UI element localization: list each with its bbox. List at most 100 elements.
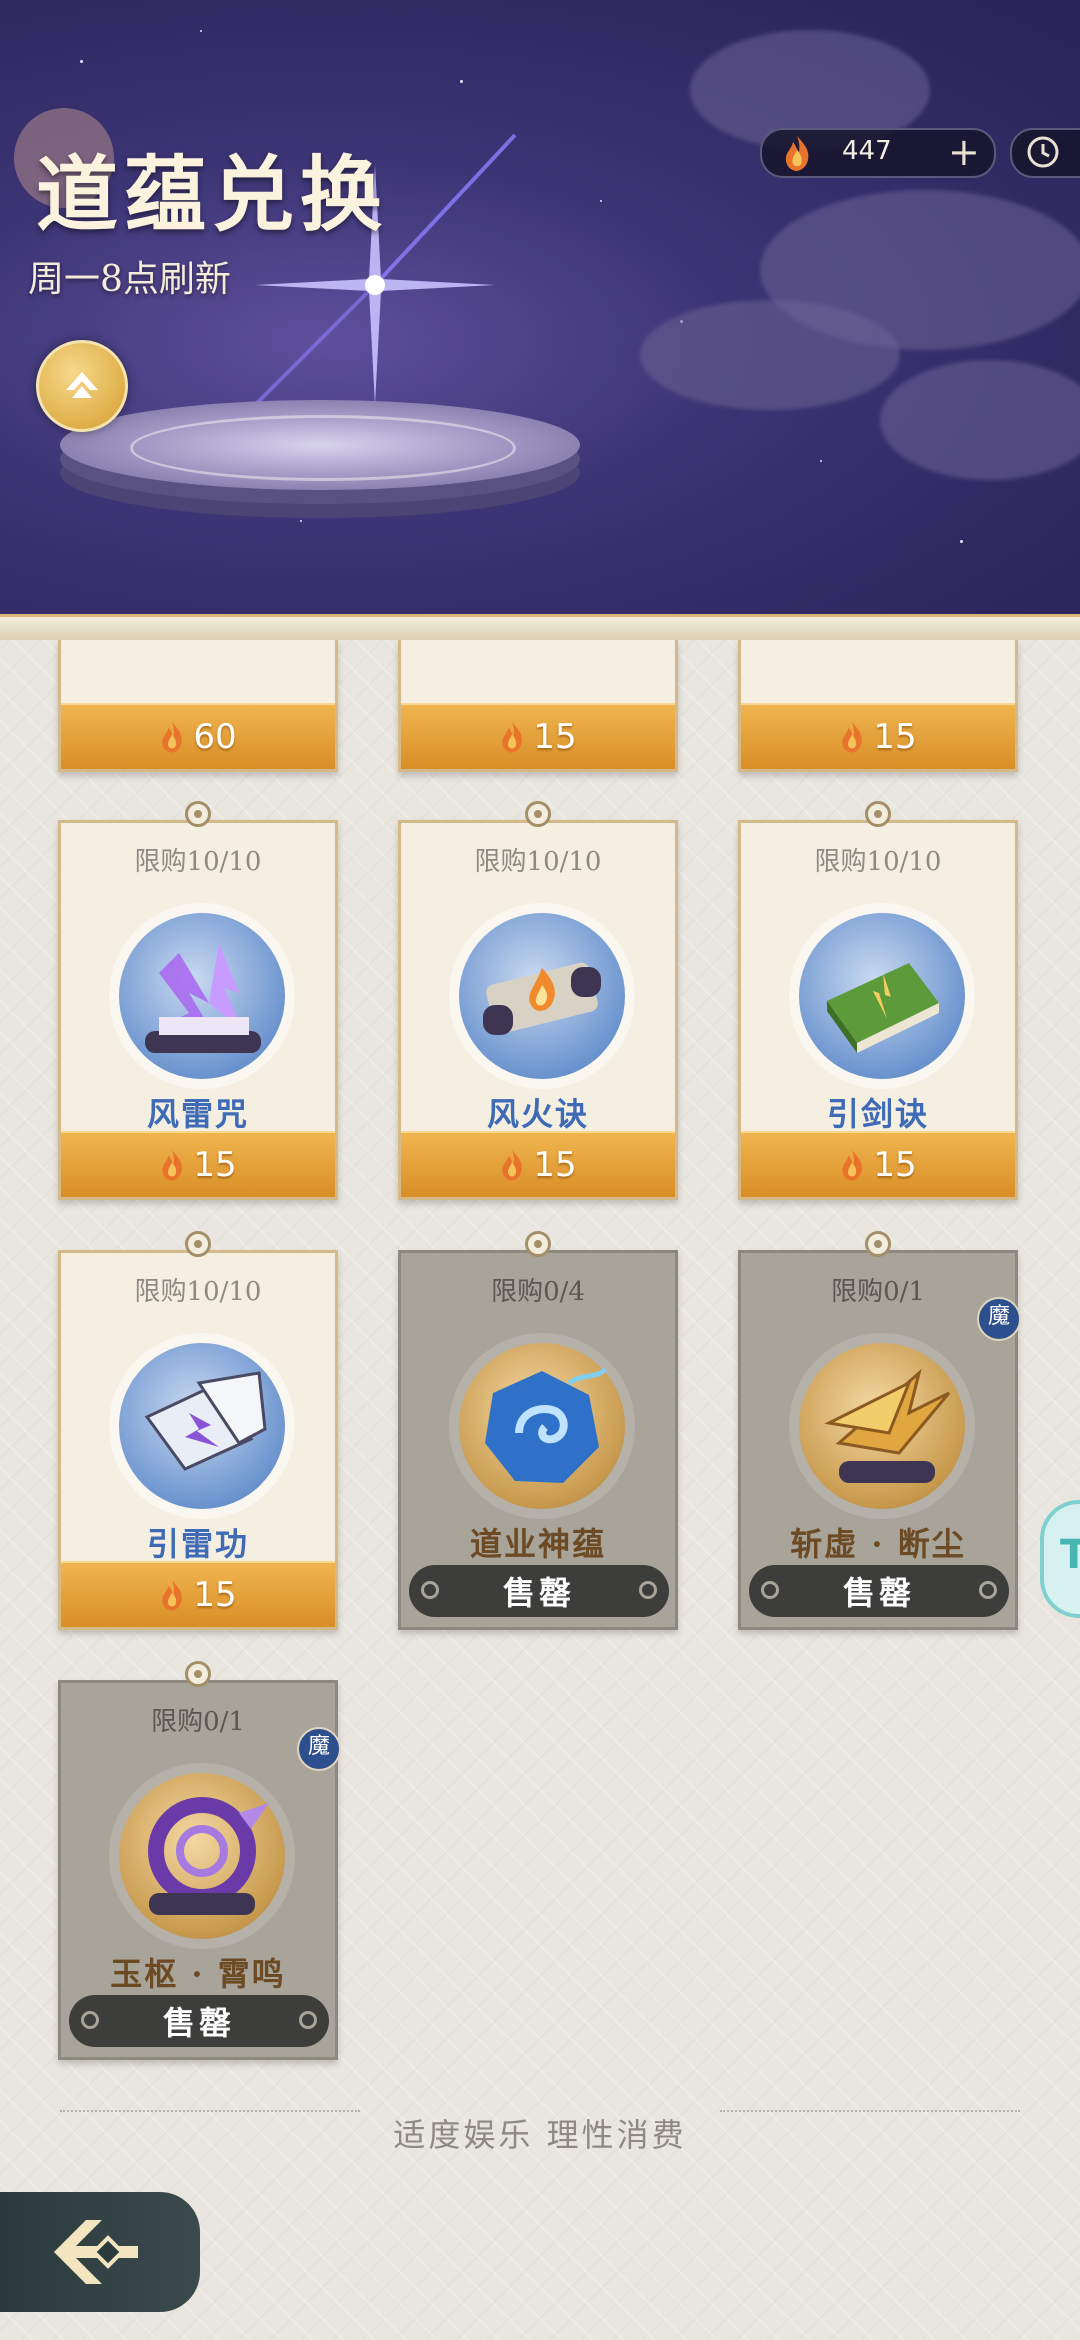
star xyxy=(200,30,202,32)
bar-ornament xyxy=(81,2011,99,2029)
side-float-label: T xyxy=(1060,1532,1080,1578)
price-button[interactable]: 15 xyxy=(61,1131,335,1197)
flame-icon xyxy=(502,722,523,753)
sparkle-icon xyxy=(233,133,517,427)
bar-ornament xyxy=(639,1581,657,1599)
purchase-limit: 限购0/1 xyxy=(151,1707,245,1737)
shop-item-card[interactable]: 限购10/10 风火诀 15 xyxy=(398,801,678,1200)
card-pin xyxy=(525,801,551,827)
sold-out-text: 售罄 xyxy=(502,1574,575,1612)
shop-item-card-soldout[interactable]: 限购0/1 魔 玉枢 · 霄鸣 售罄 xyxy=(58,1661,341,2060)
flame-icon xyxy=(502,1150,523,1181)
golden-blades-icon xyxy=(824,1368,951,1483)
shop-item-card-soldout[interactable]: 限购0/1 魔 斩虚 · 断尘 售罄 xyxy=(738,1231,1021,1630)
price-button[interactable]: 15 xyxy=(401,703,675,769)
shop-grid: ​ 60 15 15 限购10/10 风雷咒 15 xyxy=(0,640,1080,2340)
thunder-book-icon xyxy=(144,1371,267,1471)
chevron-up-icon xyxy=(66,372,98,398)
green-book-icon xyxy=(827,963,939,1053)
collapse-button[interactable] xyxy=(36,340,128,432)
price-button[interactable]: 15 xyxy=(401,1131,675,1197)
currency-amount: 447 xyxy=(842,136,892,166)
card-pin xyxy=(185,1231,211,1257)
price-value: 15 xyxy=(533,1145,577,1185)
purchase-limit: 限购10/10 xyxy=(134,847,262,877)
sold-out-text: 售罄 xyxy=(842,1574,915,1612)
currency-display: 447 + xyxy=(760,128,996,178)
bar-ornament xyxy=(761,1581,779,1599)
clock-icon xyxy=(1027,136,1059,168)
price-button[interactable]: 60 xyxy=(61,703,335,769)
flame-icon xyxy=(842,722,863,753)
price-button[interactable]: 15 xyxy=(61,1561,335,1627)
header-banner: 道蕴兑换 周一8点刷新 447 + xyxy=(0,0,1080,620)
flame-icon xyxy=(162,722,183,753)
shop-item-card-soldout[interactable]: 限购0/4 道业神蕴 售罄 xyxy=(398,1231,678,1630)
star xyxy=(820,460,822,462)
back-button[interactable] xyxy=(0,2192,200,2312)
sold-out-label: 售罄 xyxy=(749,1565,1009,1617)
back-icon xyxy=(54,2220,138,2284)
sold-out-text: 售罄 xyxy=(162,2004,235,2042)
flame-icon xyxy=(162,1150,183,1181)
price-value: 15 xyxy=(873,1145,917,1185)
card-pin xyxy=(525,1231,551,1257)
shop-item-card-partial[interactable]: 15 xyxy=(738,640,1018,772)
flame-icon xyxy=(842,1150,863,1181)
cloud xyxy=(880,360,1080,480)
item-name: 斩虚 · 断尘 xyxy=(790,1525,966,1563)
blue-swirl-icon xyxy=(485,1367,607,1483)
bar-ornament xyxy=(421,1581,439,1599)
purchase-limit: 限购10/10 xyxy=(474,847,602,877)
platform-ring xyxy=(130,415,516,481)
price-button[interactable]: 15 xyxy=(741,1131,1015,1197)
star xyxy=(300,520,302,522)
shop-item-card[interactable]: 限购10/10 风雷咒 15 xyxy=(58,801,338,1200)
purchase-limit: 限购10/10 xyxy=(814,847,942,877)
shop-item-card-partial[interactable]: 15 xyxy=(398,640,678,772)
price-value: 15 xyxy=(193,1145,237,1185)
shop-item-card-partial[interactable]: ​ 60 xyxy=(58,640,338,772)
star xyxy=(80,60,83,63)
price-value: 60 xyxy=(193,717,237,757)
purchase-limit: 限购10/10 xyxy=(134,1277,262,1307)
card-pin xyxy=(185,801,211,827)
price-button[interactable]: 15 xyxy=(741,703,1015,769)
purple-vortex-icon xyxy=(148,1797,269,1915)
item-name: 风火诀 xyxy=(486,1095,589,1133)
star xyxy=(960,540,963,543)
card-pin xyxy=(865,1231,891,1257)
shop-item-card[interactable]: 限购10/10 引雷功 15 xyxy=(58,1231,338,1630)
add-currency-button[interactable]: + xyxy=(948,130,980,174)
purchase-limit: 限购0/4 xyxy=(491,1277,585,1307)
card-pin xyxy=(185,1661,211,1687)
item-name: 道业神蕴 xyxy=(469,1525,606,1563)
purchase-limit: 限购0/1 xyxy=(831,1277,925,1307)
price-value: 15 xyxy=(193,1575,237,1615)
footer-note: 适度娱乐 理性消费 xyxy=(393,2116,687,2154)
flame-icon xyxy=(785,136,809,171)
side-float-button[interactable]: T xyxy=(1040,1500,1080,1618)
page-title: 道蕴兑换 xyxy=(36,147,389,243)
demon-badge: 魔 xyxy=(297,1727,341,1771)
bar-ornament xyxy=(299,2011,317,2029)
bar-ornament xyxy=(979,1581,997,1599)
sold-out-label: 售罄 xyxy=(69,1995,329,2047)
card-pin xyxy=(865,801,891,827)
item-name: 引雷功 xyxy=(146,1525,249,1563)
purple-lightning-scroll-icon xyxy=(145,943,261,1053)
price-value: 15 xyxy=(533,717,577,757)
item-name: 玉枢 · 霄鸣 xyxy=(110,1955,286,1993)
demon-badge: 魔 xyxy=(977,1297,1021,1341)
item-name-cut: ​ xyxy=(61,640,335,668)
price-value: 15 xyxy=(873,717,917,757)
refresh-note: 周一8点刷新 xyxy=(28,259,231,300)
star xyxy=(460,80,463,83)
fire-scroll-icon xyxy=(483,962,601,1035)
item-name: 风雷咒 xyxy=(146,1095,249,1133)
shop-item-card[interactable]: 限购10/10 引剑诀 15 xyxy=(738,801,1018,1200)
history-button[interactable] xyxy=(1010,128,1080,178)
flame-icon xyxy=(162,1580,183,1611)
sold-out-label: 售罄 xyxy=(409,1565,669,1617)
cloud xyxy=(640,300,900,410)
